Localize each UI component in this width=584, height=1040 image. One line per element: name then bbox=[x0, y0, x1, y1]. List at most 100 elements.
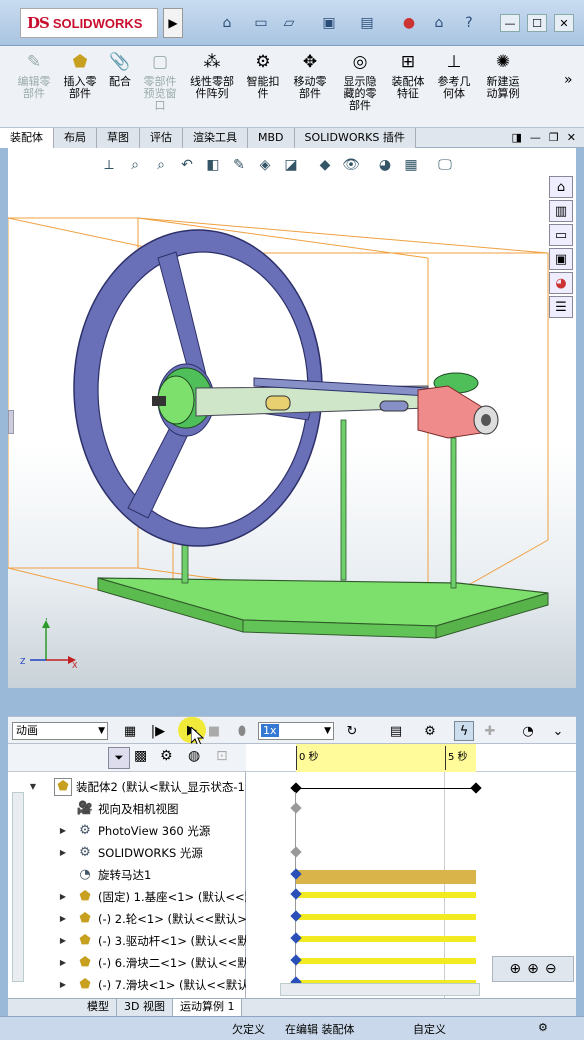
close-button[interactable]: ✕ bbox=[554, 14, 574, 32]
appearances-icon[interactable]: ◕ bbox=[549, 272, 573, 294]
reference-geometry-button[interactable]: ⊥ 参考几 何体 bbox=[432, 50, 476, 100]
options-icon[interactable]: ⌂ bbox=[428, 12, 450, 34]
filter-driving-icon[interactable]: ⚙ bbox=[160, 748, 173, 764]
tab-1[interactable]: 布局 bbox=[54, 128, 97, 148]
mate-button[interactable]: 📎 配合 bbox=[104, 50, 136, 88]
play-from-start-icon[interactable]: |▶ bbox=[148, 721, 168, 741]
menu-expand-arrow[interactable]: ▶ bbox=[163, 8, 183, 38]
component-timeline-bar[interactable] bbox=[296, 958, 476, 964]
new-motion-study-button[interactable]: ✺ 新建运 动算例 bbox=[480, 50, 526, 100]
study-type-select[interactable]: 动画 ▼ bbox=[12, 722, 108, 740]
keyframe-marker-icon[interactable]: ⬮ bbox=[232, 721, 252, 741]
tab-2[interactable]: 草图 bbox=[97, 128, 140, 148]
move-component-button[interactable]: ✥ 移动零 部件 bbox=[288, 50, 332, 100]
minimize-button[interactable]: — bbox=[500, 14, 520, 32]
filter-icon[interactable]: ⏷ bbox=[108, 747, 130, 769]
tree-item[interactable]: ▶ ⚙ PhotoView 360 光源 bbox=[8, 820, 246, 842]
collapse-chevron-icon[interactable]: ⌄ bbox=[548, 721, 568, 741]
expand-arrow-icon[interactable]: ▶ bbox=[58, 908, 68, 930]
custom-properties-icon[interactable]: ☰ bbox=[549, 296, 573, 318]
component-timeline-bar[interactable] bbox=[296, 914, 476, 920]
panel-toggle-icon[interactable]: ◨ bbox=[512, 128, 522, 147]
filter-results-icon[interactable]: ⊡ bbox=[216, 748, 228, 764]
help-icon[interactable]: ? bbox=[458, 12, 480, 34]
traffic-light-icon[interactable]: ● bbox=[398, 12, 420, 34]
restore-icon[interactable]: ❐ bbox=[549, 128, 559, 147]
tree-item[interactable]: ▶ ⚙ SOLIDWORKS 光源 bbox=[8, 842, 246, 864]
tree-item[interactable]: ◔ 旋转马达1 bbox=[8, 864, 246, 886]
keyframe-camera[interactable] bbox=[290, 802, 302, 814]
motor-timeline-bar[interactable] bbox=[296, 870, 476, 884]
tab-3[interactable]: 评估 bbox=[140, 128, 183, 148]
tab-5[interactable]: MBD bbox=[248, 128, 295, 148]
status-options-icon[interactable]: ⚙ bbox=[538, 1021, 548, 1034]
component-preview-button[interactable]: ▢ 零部件 预览窗 口 bbox=[138, 50, 182, 112]
panel-collapse-handle[interactable] bbox=[8, 410, 14, 434]
tree-item[interactable]: ▶ ⬟ (-) 3.驱动杆<1> (默认<<默认>_显示状态 1>) bbox=[8, 930, 246, 952]
status-units[interactable]: 自定义 bbox=[413, 1021, 446, 1037]
zoom-fit-icon[interactable]: ⊕ bbox=[509, 961, 521, 977]
resources-home-icon[interactable]: ⌂ bbox=[549, 176, 573, 198]
calculate-icon[interactable]: ▦ bbox=[120, 721, 140, 741]
filter-selected-icon[interactable]: ◍ bbox=[188, 748, 200, 764]
tree-root-assembly[interactable]: ▼ ⬟ 装配体2 (默认<默认_显示状态-1>) bbox=[8, 776, 246, 798]
add-key-icon[interactable]: ✚ bbox=[480, 721, 500, 741]
minimize-icon[interactable]: — bbox=[530, 128, 541, 147]
cmd-more-button[interactable]: » bbox=[564, 72, 573, 88]
assembly-model[interactable] bbox=[8, 148, 576, 688]
expand-arrow-icon[interactable]: ▶ bbox=[58, 930, 68, 952]
bottom-tab-0[interactable]: 模型 bbox=[80, 999, 117, 1016]
new-document-icon[interactable]: ▭ bbox=[250, 12, 272, 34]
tree-item[interactable]: ▶ ⬟ (-) 2.轮<1> (默认<<默认>_显示状态 1>) bbox=[8, 908, 246, 930]
expand-arrow-icon[interactable]: ▶ bbox=[58, 886, 68, 908]
tree-item-label: 装配体2 (默认<默认_显示状态-1>) bbox=[76, 780, 246, 794]
home-icon[interactable]: ⌂ bbox=[216, 12, 238, 34]
animation-wizard-icon[interactable]: ⚙ bbox=[420, 721, 440, 741]
expand-arrow-icon[interactable]: ▶ bbox=[58, 842, 68, 864]
print-icon[interactable]: ▤ bbox=[356, 12, 378, 34]
smart-fasteners-button[interactable]: ⚙ 智能扣 件 bbox=[242, 50, 284, 100]
design-library-icon[interactable]: ▥ bbox=[549, 200, 573, 222]
tree-item[interactable]: ▶ ⬟ (-) 6.滑块二<1> (默认<<默认>_显示状态 1>) bbox=[8, 952, 246, 974]
expand-arrow-icon[interactable]: ▶ bbox=[58, 820, 68, 842]
zoom-in-icon[interactable]: ⊕ bbox=[527, 961, 539, 977]
keyframe-lights[interactable] bbox=[290, 846, 302, 858]
assembly-features-button[interactable]: ⊞ 装配体 特征 bbox=[386, 50, 430, 100]
file-explorer-icon[interactable]: ▭ bbox=[549, 224, 573, 246]
stop-icon[interactable]: ■ bbox=[204, 721, 224, 741]
save-icon[interactable]: ▣ bbox=[318, 12, 340, 34]
playback-speed-select[interactable]: 1x ▼ bbox=[258, 722, 334, 740]
autokey-icon[interactable]: ϟ bbox=[454, 721, 474, 741]
expand-arrow-icon[interactable]: ▶ bbox=[58, 952, 68, 974]
linear-pattern-button[interactable]: ⁂ 线性零部 件阵列 bbox=[186, 50, 238, 100]
tab-4[interactable]: 渲染工具 bbox=[183, 128, 248, 148]
tab-0[interactable]: 装配体 bbox=[0, 128, 54, 148]
expand-arrow-icon[interactable]: ▶ bbox=[58, 974, 68, 996]
keyframe-start[interactable] bbox=[290, 782, 302, 794]
close-icon[interactable]: ✕ bbox=[567, 128, 576, 147]
show-hidden-components-button[interactable]: ◎ 显示隐 藏的零 部件 bbox=[338, 50, 382, 112]
component-timeline-bar[interactable] bbox=[296, 936, 476, 942]
component-timeline-bar[interactable] bbox=[296, 892, 476, 898]
tree-item[interactable]: 🎥 视向及相机视图 bbox=[8, 798, 246, 820]
maximize-button[interactable]: ☐ bbox=[527, 14, 547, 32]
keyframe-end[interactable] bbox=[470, 782, 482, 794]
zoom-out-icon[interactable]: ⊖ bbox=[545, 961, 557, 977]
save-animation-icon[interactable]: ▤ bbox=[386, 721, 406, 741]
insert-component-button[interactable]: ⬟ 插入零 部件 bbox=[58, 50, 102, 100]
bottom-tab-1[interactable]: 3D 视图 bbox=[117, 999, 173, 1016]
tree-item[interactable]: ▶ ⬟ (固定) 1.基座<1> (默认<<默认>_显示状态 1>) bbox=[8, 886, 246, 908]
filter-animated-icon[interactable]: ▩ bbox=[134, 748, 147, 764]
open-icon[interactable]: ▱ bbox=[278, 12, 300, 34]
view-palette-icon[interactable]: ▣ bbox=[549, 248, 573, 270]
collapse-arrow-icon[interactable]: ▼ bbox=[28, 776, 38, 798]
bottom-tab-2[interactable]: 运动算例 1 bbox=[172, 999, 243, 1016]
motor-icon[interactable]: ◔ bbox=[518, 721, 538, 741]
graphics-area[interactable]: ⟂ ⌕ ⌕ ↶ ◧ ✎ ◈ ◪ ◆ 👁 ◕ ▦ 🖵 Z X bbox=[8, 148, 576, 688]
timeline-h-scrollbar[interactable] bbox=[280, 983, 480, 996]
tab-6[interactable]: SOLIDWORKS 插件 bbox=[294, 128, 416, 148]
playback-mode-icon[interactable]: ↻ bbox=[342, 721, 362, 741]
tree-item[interactable]: ▶ ⬟ (-) 7.滑块<1> (默认<<默认>_显示状态 1>) bbox=[8, 974, 246, 996]
edit-component-button[interactable]: ✎ 编辑零 部件 bbox=[12, 50, 56, 100]
solidworks-logo[interactable]: DS SOLIDWORKS bbox=[20, 8, 158, 38]
